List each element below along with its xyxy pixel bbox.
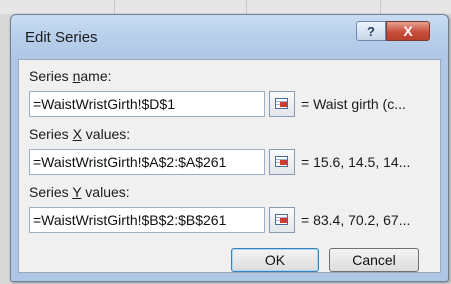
series-name-range-button[interactable]	[269, 91, 295, 117]
help-icon: ?	[367, 23, 375, 39]
series-name-input[interactable]: =WaistWristGirth!$D$1	[29, 91, 265, 117]
dialog-body: Series name: =WaistWristGirth!$D$1 = Wai…	[18, 59, 441, 273]
range-select-icon	[274, 213, 290, 227]
help-button[interactable]: ?	[356, 21, 386, 41]
range-select-icon	[274, 155, 290, 169]
backdrop-gridline	[380, 0, 381, 14]
series-y-range-button[interactable]	[269, 207, 295, 233]
edit-series-dialog: Edit Series ? X Series name: =WaistWrist…	[10, 14, 449, 282]
cancel-button[interactable]: Cancel	[329, 248, 419, 272]
series-x-range-button[interactable]	[269, 149, 295, 175]
series-x-input[interactable]: =WaistWristGirth!$A$2:$A$261	[29, 149, 265, 175]
series-y-preview: = 83.4, 70.2, 67...	[301, 212, 411, 228]
close-button[interactable]: X	[386, 21, 430, 41]
backdrop-gridline	[114, 0, 115, 14]
spreadsheet-backdrop	[0, 0, 451, 14]
backdrop-gridline	[246, 0, 247, 14]
ok-button[interactable]: OK	[231, 248, 319, 272]
dialog-title: Edit Series	[25, 29, 98, 46]
series-y-input[interactable]: =WaistWristGirth!$B$2:$B$261	[29, 207, 265, 233]
series-y-label: Series Y values:	[29, 184, 130, 200]
range-select-icon	[274, 97, 290, 111]
series-x-label: Series X values:	[29, 126, 131, 142]
close-icon: X	[403, 23, 413, 39]
series-name-label: Series name:	[29, 68, 112, 84]
dialog-titlebar[interactable]: Edit Series ? X	[11, 15, 448, 59]
series-name-preview: = Waist girth (c...	[301, 96, 406, 112]
series-x-preview: = 15.6, 14.5, 14...	[301, 154, 411, 170]
